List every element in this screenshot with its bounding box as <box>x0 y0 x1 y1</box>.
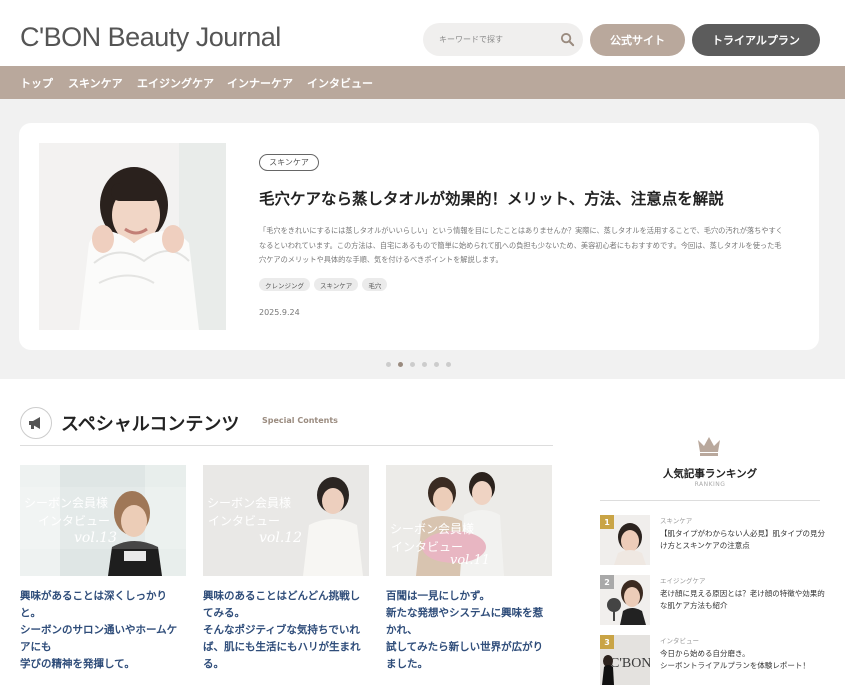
tag-pill[interactable]: クレンジング <box>259 278 310 291</box>
nav-item-interview[interactable]: インタビュー <box>307 75 373 91</box>
card-overlay-line2: インタビュー <box>38 514 110 528</box>
crown-icon <box>698 437 720 456</box>
card-overlay-line2: インタビュー <box>391 540 463 554</box>
tag-pill[interactable]: 毛穴 <box>362 278 388 291</box>
section-title: スペシャルコンテンツ <box>61 414 240 435</box>
thumb-logo-text: C'BON <box>610 656 650 671</box>
ranking-thumb[interactable]: 3 C'BON <box>600 635 650 685</box>
nav-item-skincare[interactable]: スキンケア <box>68 75 123 91</box>
ranking-article-title[interactable]: 老け顔に見える原因とは？老け顔の特徴や効果的な肌ケア方法も紹介 <box>660 588 825 612</box>
hero-article-title[interactable]: 毛穴ケアなら蒸しタオルが効果的！メリット、方法、注意点を解説 <box>259 187 724 209</box>
hero-article-description: 「毛穴をきれいにするには蒸しタオルがいいらしい」という情報を目にしたことはありま… <box>259 226 783 264</box>
card-vol: vol.11 <box>450 553 490 568</box>
hero-article-image[interactable] <box>39 143 226 330</box>
carousel-dot[interactable] <box>434 362 439 367</box>
card-vol: vol.13 <box>74 530 117 546</box>
nav-item-aging-care[interactable]: エイジングケア <box>137 75 214 91</box>
interview-card-image[interactable]: シーボン会員様 インタビュー vol.12 <box>203 465 369 576</box>
hero-tag-list: クレンジング スキンケア 毛穴 <box>259 278 388 291</box>
carousel-dot[interactable] <box>410 362 415 367</box>
hero-article-date: 2025.9.24 <box>259 308 300 317</box>
card-overlay-line1: シーボン会員様 <box>24 496 108 510</box>
carousel-dots <box>386 362 451 367</box>
interview-card-text[interactable]: 百聞は一見にしかず。 新たな発想やシステムに興味を惹かれ、 試してみたら新しい世界が… <box>386 588 552 673</box>
ranking-category[interactable]: スキンケア <box>660 515 692 525</box>
ranking-thumb[interactable]: 2 <box>600 575 650 625</box>
search-input[interactable] <box>439 31 559 48</box>
megaphone-icon <box>20 407 52 439</box>
rank-badge: 1 <box>600 515 614 529</box>
site-logo[interactable]: C'BON Beauty Journal <box>20 22 281 53</box>
ranking-category[interactable]: インタビュー <box>660 635 699 645</box>
hero-category-tag[interactable]: スキンケア <box>259 154 319 171</box>
search-box[interactable] <box>423 23 583 56</box>
main-nav: トップ スキンケア エイジングケア インナーケア インタビュー <box>0 66 845 99</box>
section-subtitle: Special Contents <box>262 416 338 425</box>
card-overlay-line2: インタビュー <box>208 514 280 528</box>
ranking-category[interactable]: エイジングケア <box>660 575 706 585</box>
interview-photo: シーボン会員様 インタビュー vol.12 <box>203 465 369 576</box>
carousel-dot-active[interactable] <box>398 362 403 367</box>
card-overlay-line1: シーボン会員様 <box>390 522 474 536</box>
interview-card-image[interactable]: シーボン会員様 インタビュー vol.13 <box>20 465 186 576</box>
interview-photo: シーボン会員様 インタビュー vol.11 <box>386 465 552 576</box>
ranking-divider <box>600 500 820 501</box>
ranking-title: 人気記事ランキング <box>662 468 758 480</box>
interview-photo: シーボン会員様 インタビュー vol.13 <box>20 465 186 576</box>
official-site-button[interactable]: 公式サイト <box>590 24 685 56</box>
interview-card-image[interactable]: シーボン会員様 インタビュー vol.11 <box>386 465 552 576</box>
woman-towel-photo <box>39 143 226 330</box>
section-divider <box>20 445 553 446</box>
interview-card-text[interactable]: 興味のあることはどんどん挑戦してみる。 そんなポジティブな気持ちでいれば、肌にも生… <box>203 588 369 673</box>
ranking-article-title[interactable]: 【肌タイプがわからない人必見】肌タイプの見分け方とスキンケアの注意点 <box>660 528 825 552</box>
ranking-subtitle: RANKING <box>694 481 726 488</box>
nav-item-inner-care[interactable]: インナーケア <box>227 75 293 91</box>
search-icon[interactable] <box>560 32 575 47</box>
carousel-dot[interactable] <box>422 362 427 367</box>
nav-item-top[interactable]: トップ <box>20 75 53 91</box>
card-vol: vol.12 <box>259 530 302 546</box>
ranking-article-title[interactable]: 今日から始める自分磨き。 シーボントライアルプランを体験レポート！ <box>660 648 825 672</box>
rank-badge: 3 <box>600 635 614 649</box>
interview-card-text[interactable]: 興味があることは深くしっかりと。 シーボンのサロン通いやホームケアにも 学びの精神を… <box>20 588 186 673</box>
site-header: C'BON Beauty Journal 公式サイト トライアルプラン <box>0 0 845 66</box>
rank-badge: 2 <box>600 575 614 589</box>
trial-plan-button[interactable]: トライアルプラン <box>692 24 820 56</box>
carousel-dot[interactable] <box>386 362 391 367</box>
card-overlay-line1: シーボン会員様 <box>207 496 291 510</box>
ranking-thumb[interactable]: 1 <box>600 515 650 565</box>
tag-pill[interactable]: スキンケア <box>314 278 359 291</box>
carousel-dot[interactable] <box>446 362 451 367</box>
